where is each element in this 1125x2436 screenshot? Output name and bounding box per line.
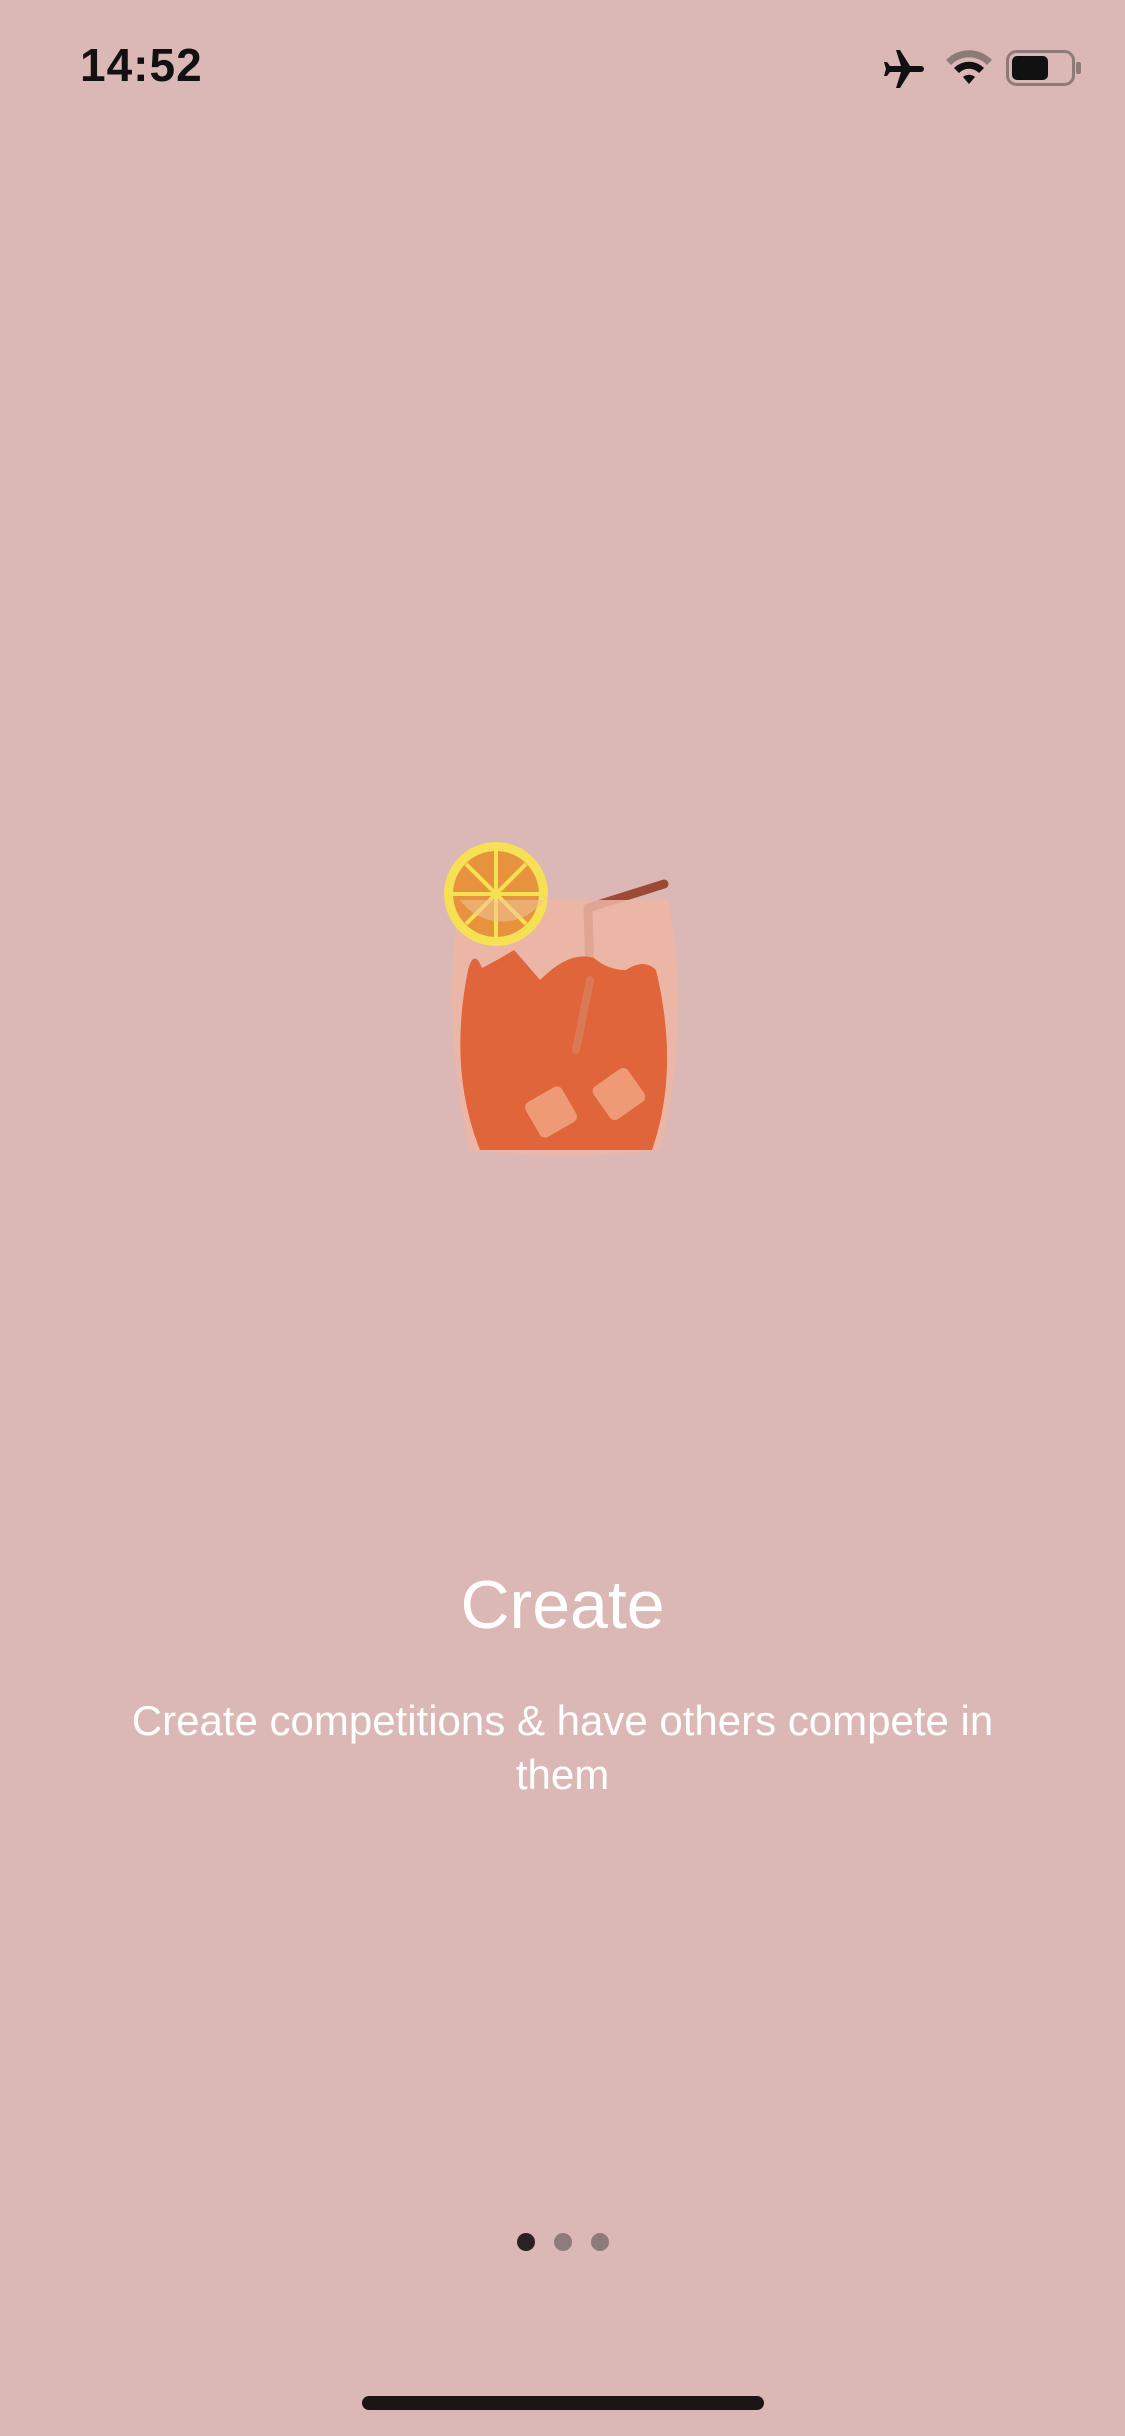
wifi-icon: [946, 50, 992, 84]
page-description: Create competitions & have others compet…: [131, 1697, 994, 1798]
status-time: 14:52: [80, 39, 203, 91]
home-indicator[interactable]: [362, 2396, 764, 2410]
page-indicator[interactable]: [0, 2233, 1125, 2251]
page-dot-1[interactable]: [516, 2233, 535, 2251]
page-title: Create: [460, 1567, 665, 1643]
cocktail-icon: [444, 842, 679, 1155]
airplane-icon: [884, 50, 924, 88]
page-dot-2[interactable]: [553, 2233, 572, 2251]
page-dot-3[interactable]: [590, 2233, 609, 2251]
battery-icon: [1006, 50, 1081, 86]
status-bar: 14:52: [0, 0, 1125, 140]
